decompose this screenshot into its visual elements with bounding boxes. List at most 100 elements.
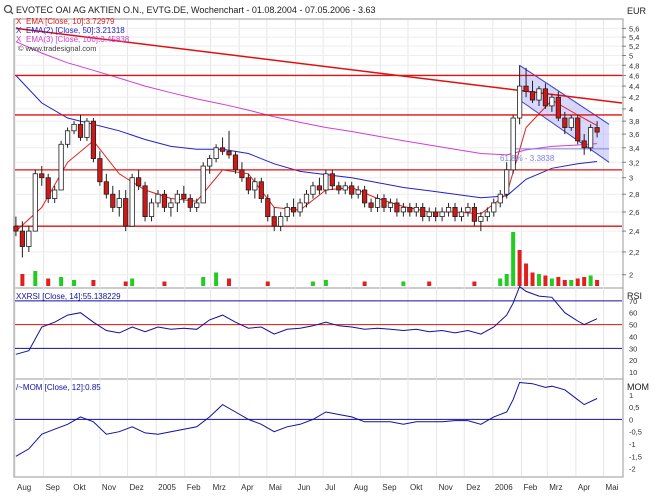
volume-bar (46, 278, 51, 286)
candle-body (452, 207, 458, 218)
candle-body (413, 207, 419, 213)
rsi-tick-label: 10 (629, 368, 637, 377)
candle-body (290, 207, 297, 213)
volume-bar (33, 271, 38, 286)
volume-bar (536, 274, 541, 286)
candle-body (497, 193, 503, 204)
candle-body (349, 185, 355, 195)
candle-body (239, 169, 245, 179)
candle-body (484, 211, 490, 218)
price-tick-label: 4,6 (629, 71, 639, 80)
candle-body (529, 91, 536, 101)
candle-body (32, 173, 38, 232)
candle-body (478, 216, 484, 222)
candle-body (84, 120, 90, 138)
mom-legend-text: MOM [Close, 12]:0.85 (23, 383, 101, 392)
candle-body (362, 189, 368, 204)
candle-body (523, 85, 529, 92)
rsi-legend-text: RSI [Close, 14]:55.138229 (27, 292, 121, 301)
mom-tick-label: -1 (629, 440, 636, 449)
x-tick-label: Apr (578, 483, 591, 492)
volume-bar (562, 280, 567, 286)
candle-body (465, 207, 471, 213)
rsi-tick-label: 30 (629, 344, 637, 353)
candle-body (542, 88, 549, 107)
price-tick-label: 3,4 (629, 144, 639, 153)
x-tick-label: Aug (17, 483, 31, 492)
candle-body (458, 211, 465, 218)
chart-canvas: EVOTEC OAI AG AKTIEN O.N., EVTG.DE, Woch… (0, 0, 666, 499)
volume-bar (575, 278, 580, 286)
candle-body (594, 127, 600, 133)
price-tick-label: 4,4 (629, 82, 639, 91)
volume-bar (265, 281, 270, 286)
candle-body (200, 165, 206, 204)
candle-body (445, 207, 452, 213)
volume-bar (543, 275, 548, 286)
volume-bar (498, 278, 503, 286)
candle-body (329, 173, 335, 187)
volume-bar (504, 274, 509, 286)
rsi-tick-label: 50 (629, 321, 637, 330)
price-tick-label: 3 (629, 174, 633, 183)
candle-body (316, 185, 323, 191)
x-tick-label: Sep (382, 483, 397, 492)
mom-tick-label: -0,5 (629, 428, 642, 437)
candle-body (323, 173, 329, 191)
x-tick-label: Nov (439, 483, 453, 492)
candle-body (129, 177, 135, 227)
candle-body (123, 198, 129, 227)
x-tick-label: Mrz (213, 483, 226, 492)
candle-body (232, 154, 239, 171)
volume-bar (214, 272, 219, 286)
ema50-marker-icon: X (16, 26, 22, 35)
candle-body (13, 225, 19, 232)
volume-bar (427, 281, 432, 286)
candle-body (258, 181, 264, 199)
volume-bar (401, 281, 406, 286)
rsi-tick-label: 60 (629, 309, 637, 318)
price-tick-label: 4,2 (629, 93, 639, 102)
candle-body (97, 158, 103, 183)
volume-bar (130, 278, 135, 286)
volume-bar (595, 280, 600, 286)
x-tick-label: Nov (102, 483, 116, 492)
mom-tick-label: 0 (629, 415, 633, 424)
x-tick-label: Aug (354, 483, 368, 492)
candle-body (136, 177, 142, 187)
candle-body (568, 117, 574, 128)
candle-body (168, 202, 174, 208)
candle-body (517, 85, 523, 119)
candle-body (116, 198, 122, 208)
volume-bar (556, 277, 561, 286)
ema10-marker-icon: X (16, 17, 22, 26)
candle-body (336, 185, 342, 191)
x-tick-label: Feb (523, 483, 537, 492)
candle-body (342, 185, 348, 191)
candle-body (374, 198, 381, 208)
volume-bar (569, 280, 574, 286)
price-tick-label: 4 (629, 105, 633, 114)
price-tick-label: 5,4 (629, 33, 639, 42)
rsi-legend: XXRSI [Close, 14]:55.138229 (16, 292, 121, 301)
price-tick-label: 2,6 (629, 208, 639, 217)
candle-body (226, 150, 232, 156)
x-tick-label: Mai (606, 483, 619, 492)
candle-body (297, 202, 303, 213)
x-tick-label: 2005 (158, 483, 176, 492)
copyright-note: © www.tradesignal.com (18, 44, 96, 53)
candle-body (39, 173, 45, 179)
candle-body (64, 130, 71, 145)
candle-body (71, 123, 77, 132)
volume-bar (530, 272, 535, 286)
x-tick-label: Okt (410, 483, 423, 492)
rsi-tick-label: 20 (629, 356, 637, 365)
volume-bar (123, 281, 128, 286)
price-tick-label: 5,6 (629, 24, 639, 33)
volume-bar (91, 280, 96, 286)
price-tick-label: 5 (629, 52, 633, 61)
volume-bar (323, 280, 328, 286)
candle-body (400, 207, 406, 213)
volume-bar (472, 281, 477, 286)
volume-bar (201, 277, 206, 286)
